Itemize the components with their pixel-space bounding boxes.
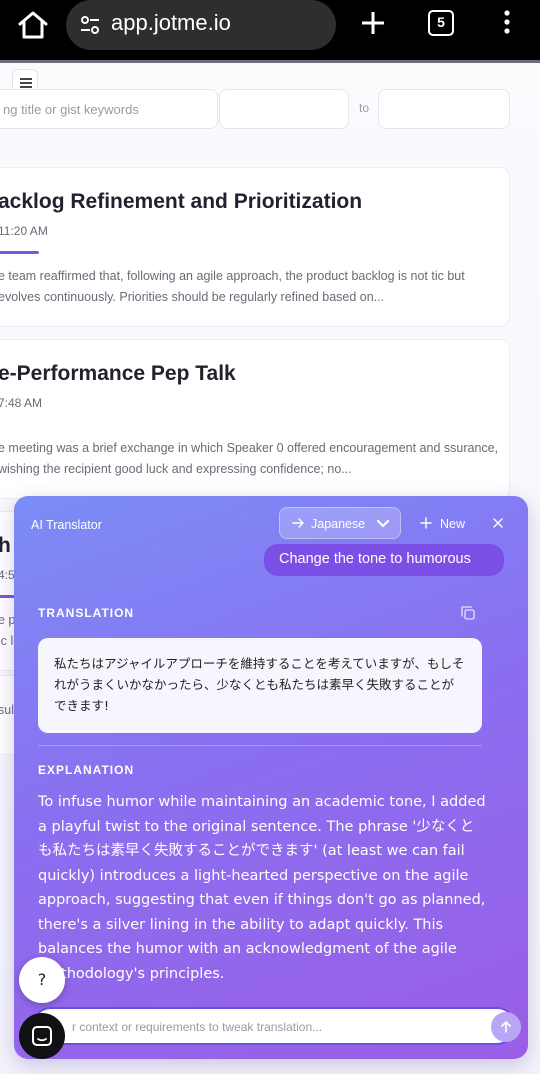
- translation-output: 私たちはアジャイルアプローチを維持することを考えていますが、もしそれがうまくいか…: [38, 638, 482, 733]
- meeting-title: h: [0, 534, 11, 558]
- search-input[interactable]: ng title or gist keywords: [0, 89, 218, 129]
- meeting-summary: e meeting was a brief exchange in which …: [0, 441, 499, 476]
- explanation-heading: EXPLANATION: [38, 763, 135, 777]
- new-translation-button[interactable]: New: [420, 515, 476, 533]
- copy-icon[interactable]: [460, 605, 476, 621]
- date-from-field[interactable]: [219, 89, 349, 129]
- meeting-card[interactable]: e-Performance Pep Talk 7:48 AM e meeting…: [0, 339, 510, 499]
- language-select[interactable]: Japanese: [279, 507, 401, 539]
- help-button[interactable]: ?: [19, 957, 65, 1003]
- meeting-accent-bar: [0, 251, 39, 254]
- date-to-field[interactable]: [378, 89, 510, 129]
- plus-icon: [420, 517, 432, 529]
- meeting-time: 11:20 AM: [0, 224, 48, 238]
- explanation-text: To infuse humor while maintaining an aca…: [38, 794, 486, 982]
- chevron-down-icon: [376, 519, 390, 528]
- panel-title: AI Translator: [31, 518, 102, 532]
- chat-button[interactable]: [19, 1013, 65, 1059]
- ai-translator-panel: AI Translator Japanese New Change the to…: [14, 496, 528, 1059]
- input-placeholder: r context or requirements to tweak trans…: [72, 1020, 323, 1034]
- language-label: Japanese: [311, 517, 366, 531]
- tab-switcher-icon[interactable]: 5: [428, 10, 454, 36]
- request-chip-text: Change the tone to humorous: [279, 551, 471, 567]
- close-icon[interactable]: [492, 517, 504, 529]
- request-chip: Change the tone to humorous: [264, 544, 504, 576]
- tweak-translation-input[interactable]: r context or requirements to tweak trans…: [32, 1007, 516, 1045]
- browser-toolbar: app.jotme.io 5: [0, 0, 540, 62]
- new-tab-icon[interactable]: [358, 8, 388, 38]
- site-settings-icon[interactable]: [78, 13, 102, 37]
- translation-heading: TRANSLATION: [38, 606, 135, 620]
- meeting-title: acklog Refinement and Prioritization: [0, 190, 363, 213]
- section-divider: [38, 745, 482, 746]
- url-text[interactable]: app.jotme.io: [111, 10, 231, 36]
- meeting-time: 7:48 AM: [0, 396, 43, 410]
- send-button[interactable]: [491, 1012, 521, 1042]
- arrow-right-icon: [292, 518, 304, 528]
- home-icon[interactable]: [16, 10, 50, 40]
- translation-text: 私たちはアジャイルアプローチを維持することを考えていますが、もしそれがうまくいか…: [54, 656, 465, 713]
- meeting-card[interactable]: acklog Refinement and Prioritization 11:…: [0, 167, 510, 327]
- meeting-title: e-Performance Pep Talk: [0, 362, 236, 385]
- date-range-separator: to: [359, 101, 370, 115]
- arrow-up-icon: [501, 1021, 511, 1033]
- meeting-summary: e team reaffirmed that, following an agi…: [0, 269, 465, 304]
- meeting-time: 4:5: [0, 568, 15, 582]
- chat-icon: [32, 1026, 52, 1046]
- new-label: New: [440, 517, 466, 531]
- search-placeholder: ng title or gist keywords: [3, 102, 139, 117]
- more-options-icon[interactable]: [496, 8, 518, 38]
